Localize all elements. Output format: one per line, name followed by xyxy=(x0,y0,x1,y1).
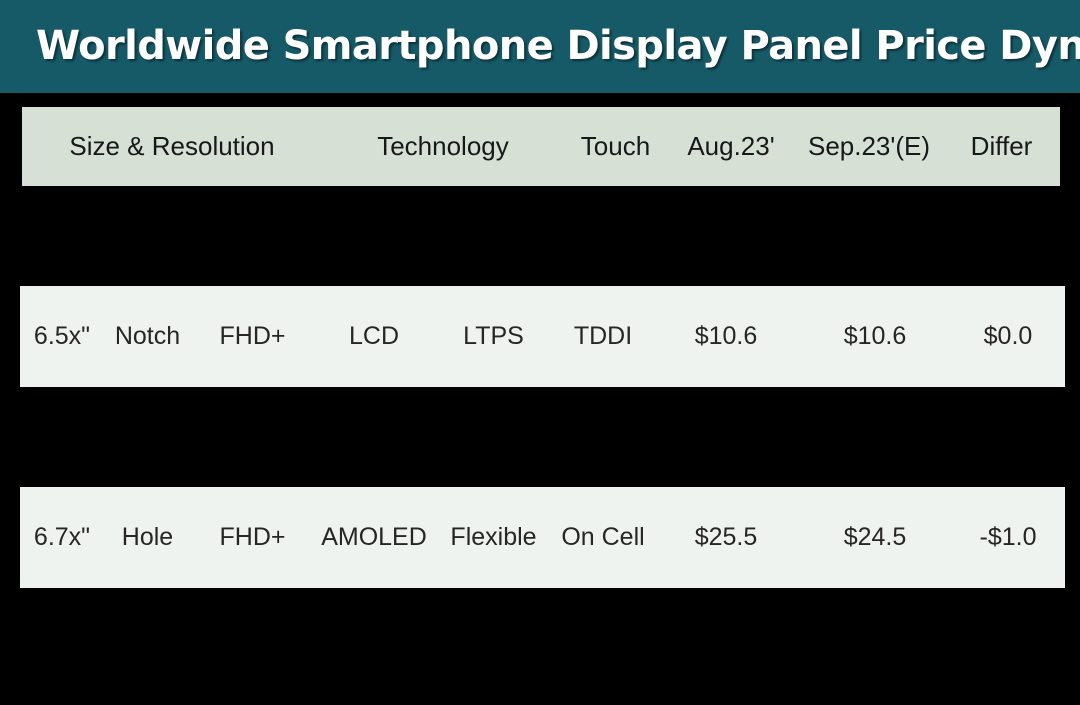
cell-sep-23-e: $24.5 xyxy=(843,523,907,551)
cell-resolution: FHD+ xyxy=(219,523,286,551)
cell-technology: AMOLED xyxy=(321,523,427,551)
cell-cutout: Hole xyxy=(121,523,174,551)
cell-size: 6.5x" xyxy=(33,322,91,350)
cell-cutout: Notch xyxy=(114,322,181,350)
column-header-aug-23: Aug.23' xyxy=(687,131,775,161)
cell-touch: On Cell xyxy=(561,523,645,551)
column-header-size-resolution: Size & Resolution xyxy=(69,131,275,161)
cell-sep-23-e: $10.6 xyxy=(843,322,907,350)
page-title: Worldwide Smartphone Display Panel Price… xyxy=(36,23,1080,69)
table-row: 6.5x" Notch FHD+ LCD LTPS TDDI $10.6 $10… xyxy=(20,286,1065,387)
column-header-sep-23-e: Sep.23'(E) xyxy=(807,131,931,161)
cell-resolution: FHD+ xyxy=(219,322,286,350)
cell-differ: $0.0 xyxy=(983,322,1033,350)
cell-technology: LCD xyxy=(348,322,399,350)
price-dynamic-table-screen: Worldwide Smartphone Display Panel Price… xyxy=(0,0,1080,705)
table-header-row: Size & Resolution Technology Touch Aug.2… xyxy=(22,107,1060,186)
cell-size: 6.7x" xyxy=(33,523,91,551)
cell-differ: -$1.0 xyxy=(979,523,1037,551)
price-table: Size & Resolution Technology Touch Aug.2… xyxy=(0,93,1080,705)
cell-aug-23: $25.5 xyxy=(694,523,758,551)
table-row: 6.7x" Hole FHD+ AMOLED Flexible On Cell … xyxy=(20,487,1065,588)
column-header-technology: Technology xyxy=(377,131,509,161)
cell-backplane: LTPS xyxy=(463,322,524,350)
title-banner: Worldwide Smartphone Display Panel Price… xyxy=(0,0,1080,93)
column-header-differ: Differ xyxy=(970,131,1033,161)
cell-aug-23: $10.6 xyxy=(694,322,758,350)
column-header-touch: Touch xyxy=(580,131,651,161)
cell-backplane: Flexible xyxy=(450,523,537,551)
cell-touch: TDDI xyxy=(573,322,633,350)
